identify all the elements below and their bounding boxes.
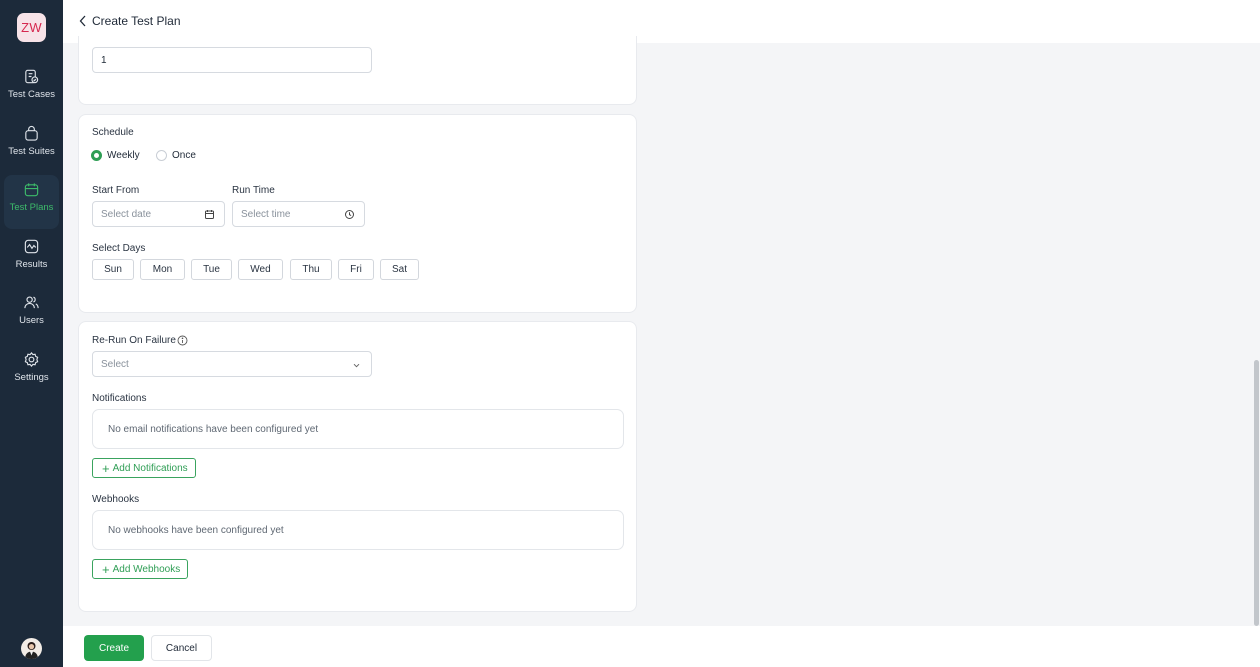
page-title: Create Test Plan <box>92 14 181 28</box>
start-date-picker[interactable]: Select date <box>92 201 225 227</box>
once-radio[interactable] <box>156 150 167 161</box>
sidebar-item-label: Users <box>19 315 44 326</box>
run-time-placeholder: Select time <box>241 208 291 220</box>
sidebar-item-label: Test Suites <box>8 146 55 157</box>
test-plans-icon <box>24 183 39 197</box>
schedule-label: Schedule <box>92 127 134 138</box>
sidebar-item-users[interactable]: Users <box>4 288 59 342</box>
sidebar-item-test-cases[interactable]: Test Cases <box>4 62 59 116</box>
sidebar-item-test-suites[interactable]: Test Suites <box>4 119 59 173</box>
info-icon[interactable] <box>177 335 188 346</box>
day-wed-button[interactable]: Wed <box>238 259 283 280</box>
start-from-label: Start From <box>92 185 140 196</box>
sidebar-item-label: Test Cases <box>8 89 55 100</box>
sidebar-item-test-plans[interactable]: Test Plans <box>4 175 59 229</box>
sidebar-item-label: Results <box>15 259 48 270</box>
notifications-empty-text: No email notifications have been configu… <box>108 423 319 435</box>
cancel-button[interactable]: Cancel <box>151 635 212 661</box>
day-fri-button[interactable]: Fri <box>338 259 374 280</box>
scrollbar-thumb[interactable] <box>1254 360 1259 626</box>
calendar-icon <box>205 210 214 219</box>
day-thu-button[interactable]: Thu <box>290 259 332 280</box>
gear-icon <box>24 352 39 367</box>
add-webhooks-label: Add Webhooks <box>112 563 181 575</box>
test-suites-icon <box>25 125 38 141</box>
day-sun-button[interactable]: Sun <box>92 259 134 280</box>
day-sat-button[interactable]: Sat <box>380 259 419 280</box>
avatar[interactable] <box>21 638 42 659</box>
start-date-placeholder: Select date <box>101 208 152 220</box>
results-icon <box>24 239 39 254</box>
text-field-value: 1 <box>101 54 107 66</box>
once-radio-label[interactable]: Once <box>172 150 196 161</box>
rerun-label: Re-Run On Failure <box>92 335 176 346</box>
plus-icon: + <box>102 460 110 476</box>
webhooks-empty-text: No webhooks have been configured yet <box>108 524 284 536</box>
chevron-down-icon <box>353 363 360 368</box>
chevron-left-icon[interactable] <box>77 14 89 28</box>
day-mon-button[interactable]: Mon <box>140 259 185 280</box>
test-cases-icon <box>25 69 39 84</box>
create-button[interactable]: Create <box>84 635 144 661</box>
add-notifications-label: Add Notifications <box>112 462 188 474</box>
users-icon <box>24 296 39 309</box>
webhooks-label: Webhooks <box>92 494 140 505</box>
webhooks-empty-state: No webhooks have been configured yet <box>92 510 624 550</box>
sidebar-item-label: Test Plans <box>9 202 54 213</box>
add-webhooks-button[interactable]: + Add Webhooks <box>92 559 189 579</box>
rerun-select-placeholder: Select <box>101 358 129 370</box>
app-logo[interactable]: ZW <box>17 13 46 42</box>
notifications-label: Notifications <box>92 393 147 404</box>
sidebar: ZW Test Cases Test Suites Test Plans Res… <box>0 0 63 667</box>
sidebar-item-label: Settings <box>14 372 49 383</box>
text-field[interactable]: 1 <box>92 47 372 73</box>
notifications-empty-state: No email notifications have been configu… <box>92 409 624 449</box>
run-time-picker[interactable]: Select time <box>232 201 365 227</box>
weekly-radio-label[interactable]: Weekly <box>107 150 140 161</box>
day-tue-button[interactable]: Tue <box>191 259 232 280</box>
run-time-label: Run Time <box>232 185 275 196</box>
sidebar-item-settings[interactable]: Settings <box>4 345 59 399</box>
form-footer: Create Cancel <box>63 626 1260 667</box>
sidebar-item-results[interactable]: Results <box>4 232 59 286</box>
plus-icon: + <box>102 561 110 577</box>
weekly-radio[interactable] <box>91 150 102 161</box>
clock-icon <box>345 210 354 219</box>
add-notifications-button[interactable]: + Add Notifications <box>92 458 196 478</box>
select-days-label: Select Days <box>92 243 146 254</box>
rerun-select[interactable]: Select <box>92 351 372 377</box>
